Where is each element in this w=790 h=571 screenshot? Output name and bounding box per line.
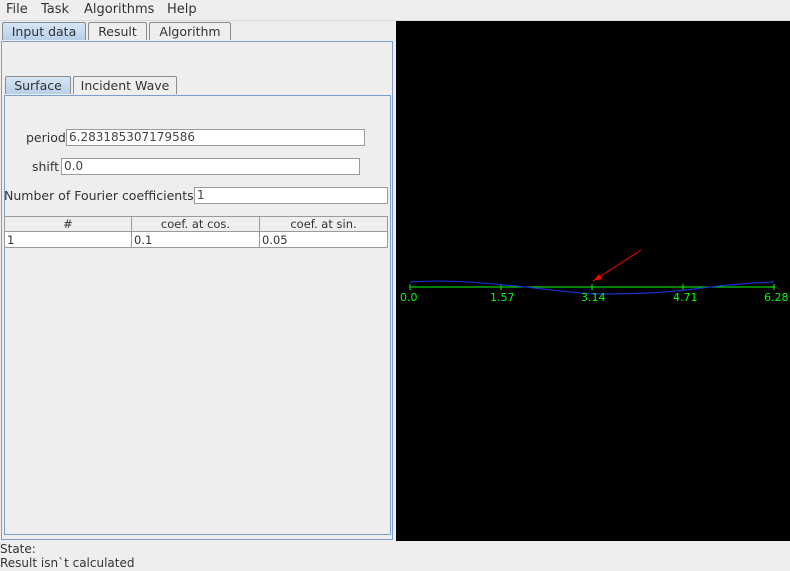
x-tick-label-1: 1.57 [490,291,515,304]
tab-incident-wave[interactable]: Incident Wave [73,76,177,94]
tab-algorithm[interactable]: Algorithm [149,22,231,40]
tab-input-data[interactable]: Input data [2,22,86,40]
state-text: Result isn`t calculated [0,556,135,570]
x-tick-label-2: 3.14 [581,291,606,304]
shift-label: shift [32,159,59,174]
table-cell-index[interactable]: 1 [4,231,132,248]
column-header-index[interactable]: # [4,216,132,232]
surface-plot-panel[interactable]: 0.0 1.57 3.14 4.71 6.28 [396,21,790,541]
x-tick-label-4: 6.28 [764,291,789,304]
fourier-count-field[interactable]: 1 [194,187,388,204]
menubar: File Task Algorithms Help [0,0,790,21]
tab-result[interactable]: Result [88,22,147,40]
coefficients-table: # coef. at cos. coef. at sin. 1 0.1 0.05 [4,216,388,248]
table-cell-cos[interactable]: 0.1 [131,231,260,248]
status-bar: State: Result isn`t calculated [0,541,790,571]
shift-field[interactable]: 0.0 [61,158,360,175]
x-tick-label-0: 0.0 [400,291,418,304]
surface-plot: 0.0 1.57 3.14 4.71 6.28 [400,249,789,304]
state-label: State: [0,542,36,556]
menu-task[interactable]: Task [41,2,69,17]
table-cell-sin[interactable]: 0.05 [259,231,388,248]
column-header-cos[interactable]: coef. at cos. [131,216,260,232]
arrow-head-icon [593,274,602,281]
menu-algorithms[interactable]: Algorithms [84,2,154,17]
column-header-sin[interactable]: coef. at sin. [259,216,388,232]
x-tick-label-3: 4.71 [673,291,698,304]
tab-surface[interactable]: Surface [5,76,71,94]
fourier-count-label: Number of Fourier coefficients [4,188,194,203]
period-label: period [26,130,66,145]
menu-help[interactable]: Help [167,2,197,17]
menu-file[interactable]: File [6,2,28,17]
period-field[interactable]: 6.283185307179586 [66,129,365,146]
table-row[interactable]: 1 0.1 0.05 [4,231,388,248]
